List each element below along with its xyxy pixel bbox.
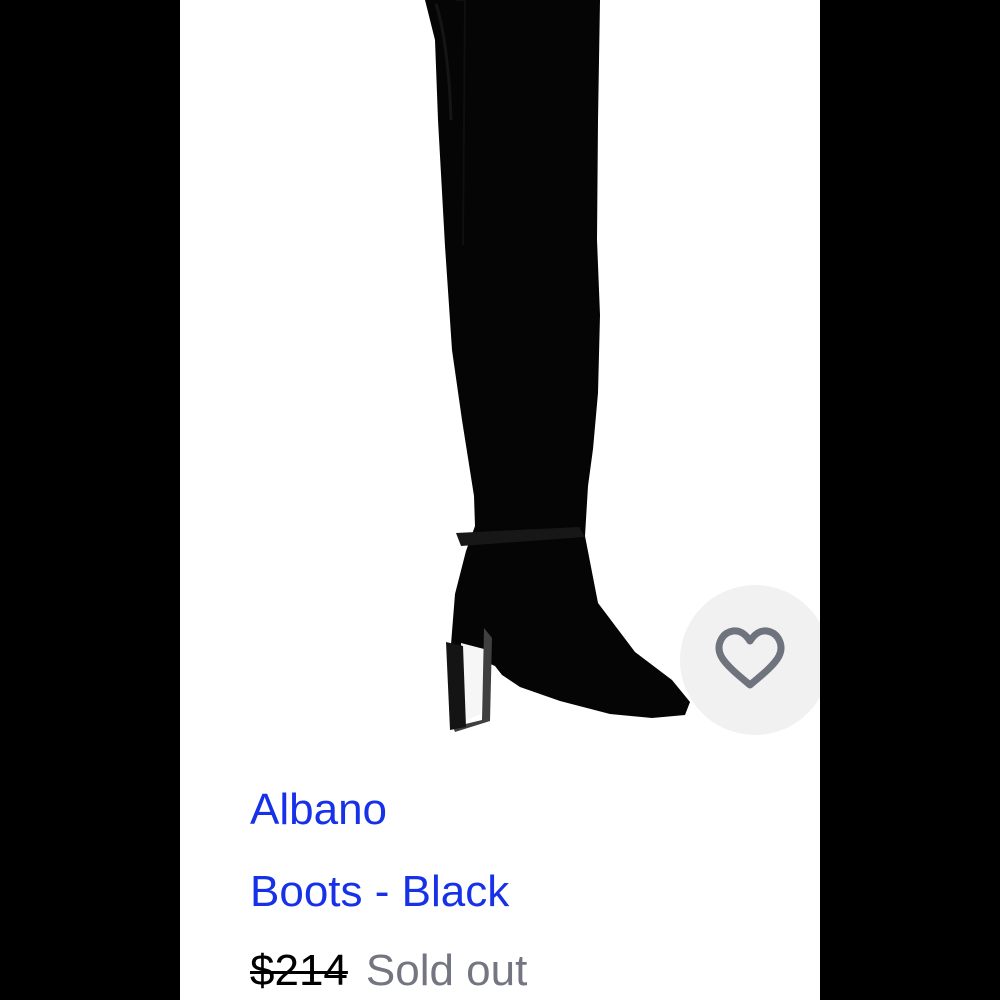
original-price: $214 — [250, 946, 348, 995]
product-brand-link[interactable]: Albano — [250, 784, 387, 836]
product-card[interactable]: Albano Boots - Black $214 Sold out — [180, 0, 820, 1000]
favorite-button[interactable] — [680, 585, 820, 735]
price-status-row: $214 Sold out — [250, 943, 527, 999]
sold-out-status: Sold out — [365, 946, 528, 995]
product-title-link[interactable]: Boots - Black — [250, 866, 509, 918]
product-listing-screen: Albano Boots - Black $214 Sold out — [0, 0, 1000, 1000]
heart-outline-icon — [715, 627, 785, 689]
